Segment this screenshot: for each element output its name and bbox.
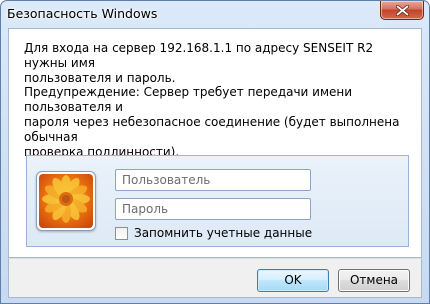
cancel-button[interactable]: Отмена [338, 269, 410, 292]
window-title: Безопасность Windows [7, 6, 158, 21]
flower-icon [39, 174, 93, 228]
remember-credentials-label: Запомнить учетные данные [134, 226, 313, 240]
windows-security-dialog: Безопасность Windows Для входа на сервер… [0, 0, 430, 304]
close-button[interactable] [380, 1, 424, 20]
credential-tile: Запомнить учетные данные [26, 155, 409, 247]
username-field[interactable] [115, 169, 311, 191]
server-prompt-text: Для входа на сервер 192.168.1.1 по адрес… [24, 41, 374, 85]
password-field[interactable] [115, 198, 311, 220]
button-bar: OK Отмена [8, 258, 422, 298]
dialog-body: Для входа на сервер 192.168.1.1 по адрес… [8, 28, 422, 258]
close-icon [396, 5, 409, 16]
checkbox-box[interactable] [115, 226, 128, 240]
ok-button[interactable]: OK [257, 269, 329, 292]
remember-credentials-checkbox[interactable]: Запомнить учетные данные [115, 225, 312, 241]
user-avatar [36, 171, 96, 231]
title-bar[interactable]: Безопасность Windows [1, 1, 429, 27]
insecure-warning-text: Предупреждение: Сервер требует передачи … [24, 85, 400, 159]
